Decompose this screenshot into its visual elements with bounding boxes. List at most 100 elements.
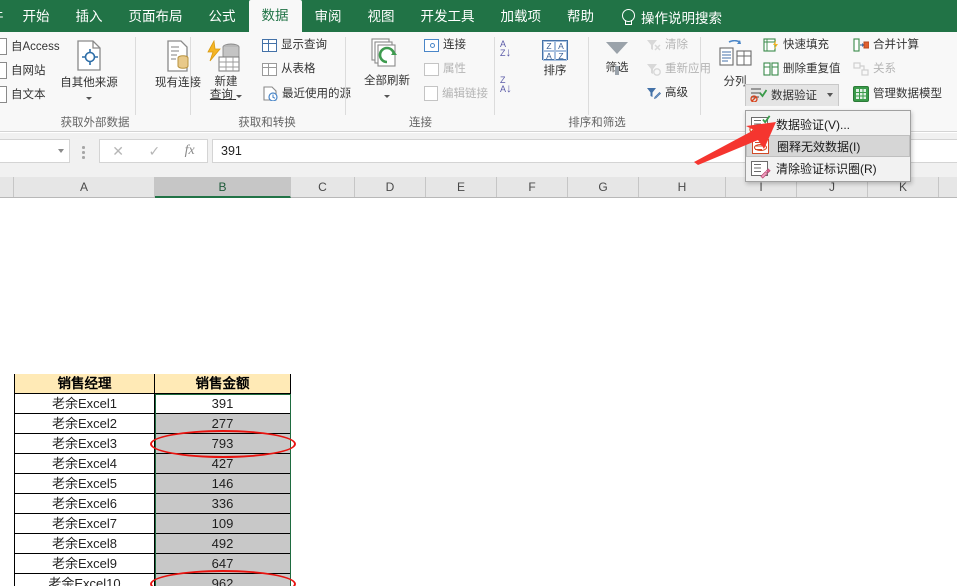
sort-label: 排序 [543, 65, 567, 77]
access-icon [0, 38, 7, 55]
connections-button[interactable]: 连接 [424, 38, 466, 52]
menu-item-data-validation-label: 数据验证(V)... [776, 117, 850, 132]
edit-links-button[interactable]: 编辑链接 [424, 86, 488, 101]
cell-b7[interactable]: 336 [155, 494, 291, 514]
group-label-sort-filter: 排序和筛选 [568, 117, 626, 129]
text-to-columns-icon [719, 39, 752, 66]
cancel-edit-icon[interactable]: ✕ [112, 143, 124, 160]
insert-function-icon[interactable]: fx [185, 143, 195, 159]
tab-page-layout[interactable]: 页面布局 [116, 2, 196, 32]
cell-b6[interactable]: 146 [155, 474, 291, 494]
from-table-button[interactable]: 从表格 [262, 62, 316, 76]
cell-a6[interactable]: 老余Excel5 [14, 474, 155, 494]
column-header-b[interactable]: B [155, 177, 291, 198]
text-file-icon [0, 86, 7, 103]
confirm-edit-icon[interactable]: ✓ [148, 143, 160, 160]
formula-bar-grip[interactable] [82, 146, 85, 159]
sort-ascending-button[interactable]: A Z↓ [500, 40, 512, 59]
column-header-d[interactable]: D [355, 177, 426, 197]
connections-icon [424, 38, 439, 52]
cell-a7[interactable]: 老余Excel6 [14, 494, 155, 514]
cell-b3[interactable]: 277 [155, 414, 291, 434]
cell-a1[interactable]: 销售经理 [14, 374, 155, 394]
tab-insert[interactable]: 插入 [63, 2, 116, 32]
data-validation-icon [750, 88, 768, 103]
column-header-a[interactable]: A [14, 177, 155, 197]
tab-data[interactable]: 数据 [248, 0, 302, 32]
tab-review[interactable]: 审阅 [302, 2, 355, 32]
column-header-e[interactable]: E [426, 177, 497, 197]
tell-me-search[interactable]: 操作说明搜索 [607, 2, 722, 32]
chevron-down-icon[interactable] [827, 93, 833, 97]
cell-a10[interactable]: 老余Excel9 [14, 554, 155, 574]
cell-a3[interactable]: 老余Excel2 [14, 414, 155, 434]
cell-a5[interactable]: 老余Excel4 [14, 454, 155, 474]
remove-duplicates-label: 删除重复值 [783, 63, 841, 75]
consolidate-button[interactable]: 合并计算 [853, 38, 919, 52]
chevron-down-icon [384, 95, 390, 98]
tab-file[interactable]: 件 [0, 2, 10, 32]
edit-links-label: 编辑链接 [442, 87, 488, 100]
refresh-all-button[interactable]: 全部刷新 [352, 38, 422, 102]
consolidate-label: 合并计算 [873, 39, 919, 51]
from-text-button[interactable]: 自文本 [0, 86, 46, 103]
sort-descending-button[interactable]: Z A↓ [500, 75, 513, 95]
cell-a9[interactable]: 老余Excel8 [14, 534, 155, 554]
cell-a11[interactable]: 老余Excel10 [14, 574, 155, 586]
cell-b2[interactable]: 391 [155, 394, 291, 414]
column-header-g[interactable]: G [568, 177, 639, 197]
tab-formulas[interactable]: 公式 [196, 2, 249, 32]
cell-a4[interactable]: 老余Excel3 [14, 434, 155, 454]
column-header-f[interactable]: F [497, 177, 568, 197]
relationships-label: 关系 [873, 63, 896, 75]
divider [135, 37, 136, 115]
cell-a8[interactable]: 老余Excel7 [14, 514, 155, 534]
manage-data-model-button[interactable]: 管理数据模型 [853, 86, 942, 102]
from-web-button[interactable]: 自网站 [0, 62, 46, 79]
group-label-connections: 连接 [409, 117, 432, 129]
cell-b11[interactable]: 962 [155, 574, 291, 586]
cell-b10[interactable]: 647 [155, 554, 291, 574]
recent-sources-button[interactable]: 最近使用的源 [262, 86, 351, 101]
chevron-down-icon [236, 95, 243, 98]
show-queries-button[interactable]: 显示查询 [262, 38, 327, 52]
refresh-all-icon [371, 38, 397, 67]
column-header-h[interactable]: H [639, 177, 726, 197]
advanced-filter-button[interactable]: 高级 [646, 86, 688, 100]
select-all-corner[interactable] [0, 177, 14, 197]
sort-button[interactable]: ZAAZ 排序 [528, 40, 582, 78]
tab-home[interactable]: 开始 [10, 2, 63, 32]
tab-view[interactable]: 视图 [355, 2, 408, 32]
new-query-label-2: 查询 [198, 89, 254, 102]
cell-b4[interactable]: 793 [155, 434, 291, 454]
reapply-filter-button[interactable]: 重新应用 [646, 62, 711, 76]
chevron-down-icon[interactable] [58, 149, 64, 153]
properties-button[interactable]: 属性 [424, 62, 466, 76]
tab-developer[interactable]: 开发工具 [408, 2, 488, 32]
cell-b5[interactable]: 427 [155, 454, 291, 474]
sort-za-icon: Z A↓ [500, 75, 513, 95]
ribbon-group-get-external-data: 自Access 自网站 自文本 自其他来源 现有连接 获取外部数据 [0, 32, 201, 132]
tab-addins[interactable]: 加载项 [488, 2, 555, 32]
tab-help[interactable]: 帮助 [554, 2, 607, 32]
clear-filter-button[interactable]: 清除 [646, 38, 688, 52]
name-box[interactable] [0, 139, 70, 163]
from-other-sources-button[interactable]: 自其他来源 [46, 40, 132, 104]
data-validation-button[interactable]: 数据验证 [745, 84, 839, 106]
sort-dialog-icon: ZAAZ [542, 40, 568, 61]
filter-button[interactable]: 筛选 [592, 42, 642, 75]
remove-duplicates-button[interactable]: 删除重复值 [763, 62, 841, 76]
cell-b8[interactable]: 109 [155, 514, 291, 534]
edit-links-icon [424, 86, 438, 101]
consolidate-icon [853, 38, 869, 52]
cell-b9[interactable]: 492 [155, 534, 291, 554]
flash-fill-button[interactable]: 快速填充 [763, 38, 829, 52]
group-label-get-transform: 获取和转换 [238, 117, 296, 129]
cell-b1[interactable]: 销售金额 [155, 374, 291, 394]
column-header-c[interactable]: C [291, 177, 355, 197]
relationships-button[interactable]: 关系 [853, 62, 896, 76]
reapply-icon [647, 63, 661, 76]
cell-a2[interactable]: 老余Excel1 [14, 394, 155, 414]
new-query-button[interactable]: 新建 查询 [198, 39, 254, 102]
text-to-columns-button[interactable]: 分列 [709, 39, 761, 89]
